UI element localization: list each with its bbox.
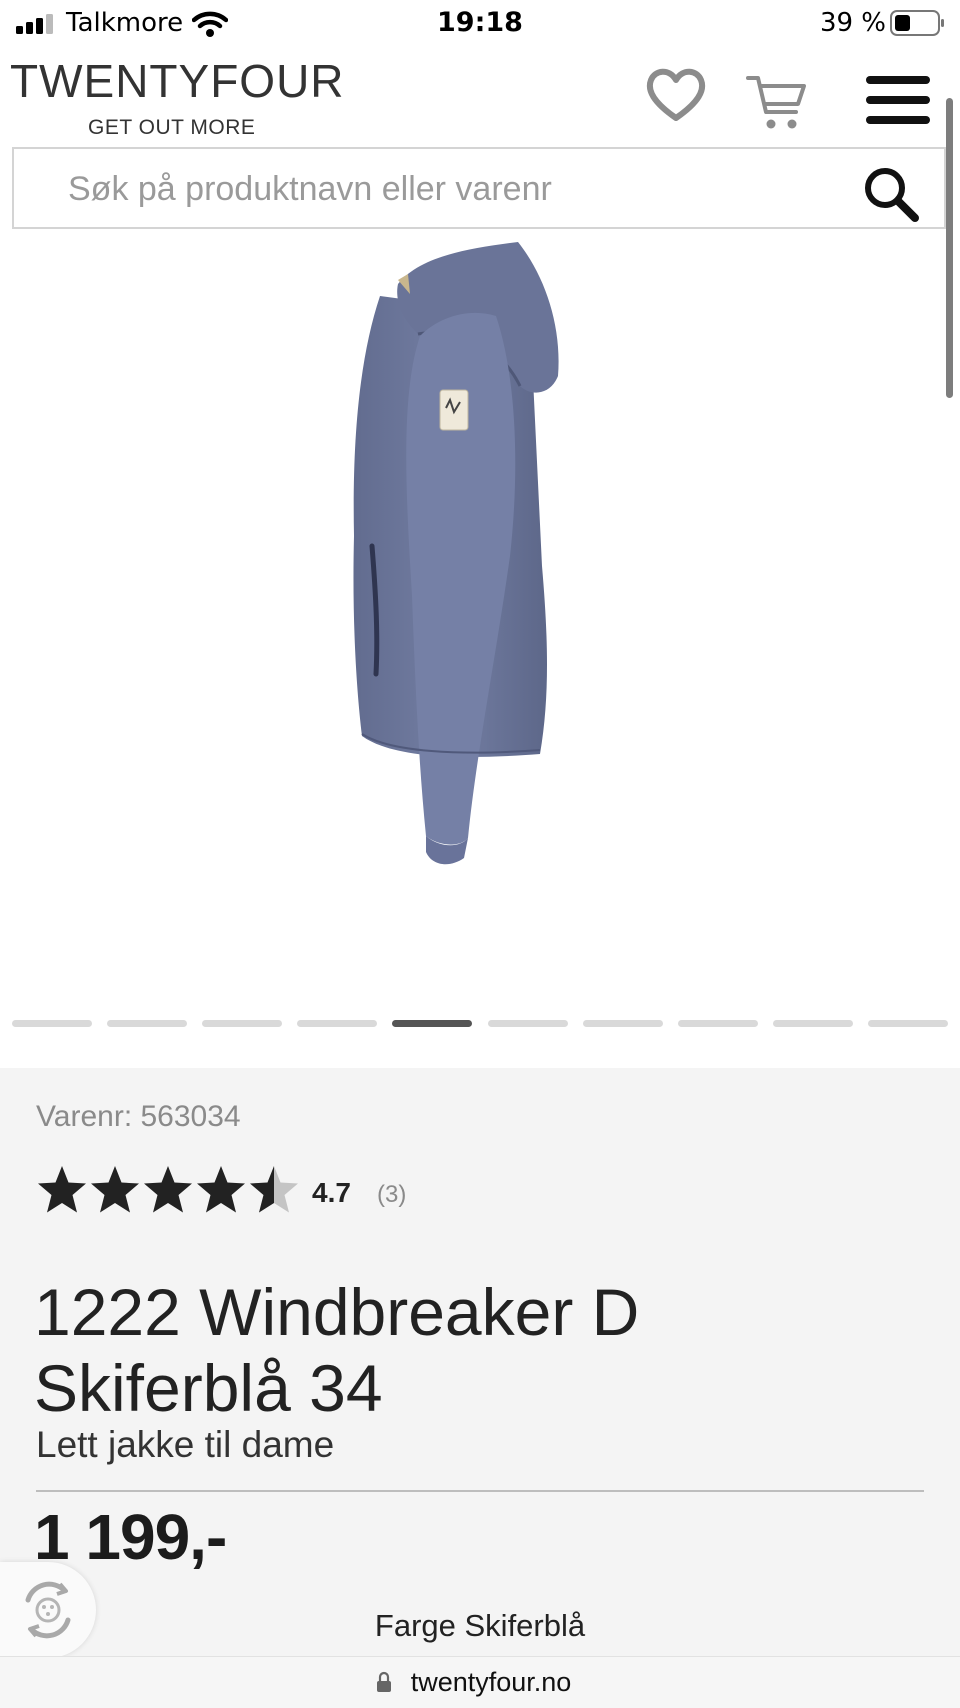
rating-stars[interactable] xyxy=(36,1164,301,1216)
browser-url-bar[interactable]: twentyfour.no xyxy=(0,1656,960,1708)
logo-tagline: GET OUT MORE xyxy=(88,116,256,139)
floating-widget-button[interactable] xyxy=(0,1562,96,1658)
star-icon xyxy=(38,1166,86,1213)
carousel-dot[interactable] xyxy=(677,1020,758,1027)
sku-value: 563034 xyxy=(140,1100,241,1133)
brand-logo[interactable]: TWENTYFOUR GET OUT MORE xyxy=(10,54,344,144)
sku-label: Varenr: xyxy=(36,1100,133,1133)
menu-icon[interactable] xyxy=(866,74,932,126)
clock: 19:18 xyxy=(437,7,523,38)
star-icon xyxy=(144,1166,192,1213)
color-label: Farge xyxy=(374,1608,456,1643)
carousel-indicators xyxy=(12,1020,948,1028)
carousel-dot-active[interactable] xyxy=(392,1020,473,1027)
rating-value: 4.7 xyxy=(312,1177,351,1208)
carousel-dot[interactable] xyxy=(582,1020,663,1027)
product-title: 1222 Windbreaker D Skiferblå 34 xyxy=(34,1275,640,1425)
product-info-panel: Varenr: 563034 4.7 (3) 1222 Windbreaker … xyxy=(0,1068,960,1658)
carousel-dot[interactable] xyxy=(772,1020,853,1027)
battery-icon xyxy=(890,10,944,36)
carousel-dot[interactable] xyxy=(107,1020,188,1027)
status-bar: Talkmore 19:18 39 % xyxy=(0,0,960,50)
carousel-dot[interactable] xyxy=(202,1020,283,1027)
carousel-dot[interactable] xyxy=(867,1020,948,1027)
search-bar[interactable] xyxy=(12,147,946,229)
carousel-dot[interactable] xyxy=(297,1020,378,1027)
review-count[interactable]: (3) xyxy=(377,1181,406,1209)
carousel-dot[interactable] xyxy=(12,1020,92,1027)
heart-icon[interactable] xyxy=(645,66,707,124)
recycle-icon xyxy=(25,1581,71,1639)
star-icon xyxy=(91,1166,139,1213)
search-icon[interactable] xyxy=(862,165,920,223)
logo-wordmark: TWENTYFOUR xyxy=(10,55,345,107)
color-selector-label: Farge Skiferblå xyxy=(0,1608,960,1644)
search-input[interactable] xyxy=(66,161,850,217)
divider xyxy=(36,1490,924,1492)
carousel-dot[interactable] xyxy=(487,1020,568,1027)
product-subtitle: Lett jakke til dame xyxy=(36,1424,335,1465)
product-price: 1 199,- xyxy=(34,1501,227,1573)
battery-percent: 39 % xyxy=(819,8,886,38)
cart-icon[interactable] xyxy=(746,72,808,134)
url-domain: twentyfour.no xyxy=(410,1667,572,1697)
product-image[interactable] xyxy=(300,236,660,926)
page-scrollbar[interactable] xyxy=(946,98,953,398)
url-text: twentyfour.no xyxy=(0,1667,960,1698)
half-star-icon xyxy=(250,1166,298,1213)
sku-line: Varenr: 563034 xyxy=(36,1100,241,1134)
star-icon xyxy=(197,1166,245,1213)
color-value: Skiferblå xyxy=(464,1608,586,1643)
